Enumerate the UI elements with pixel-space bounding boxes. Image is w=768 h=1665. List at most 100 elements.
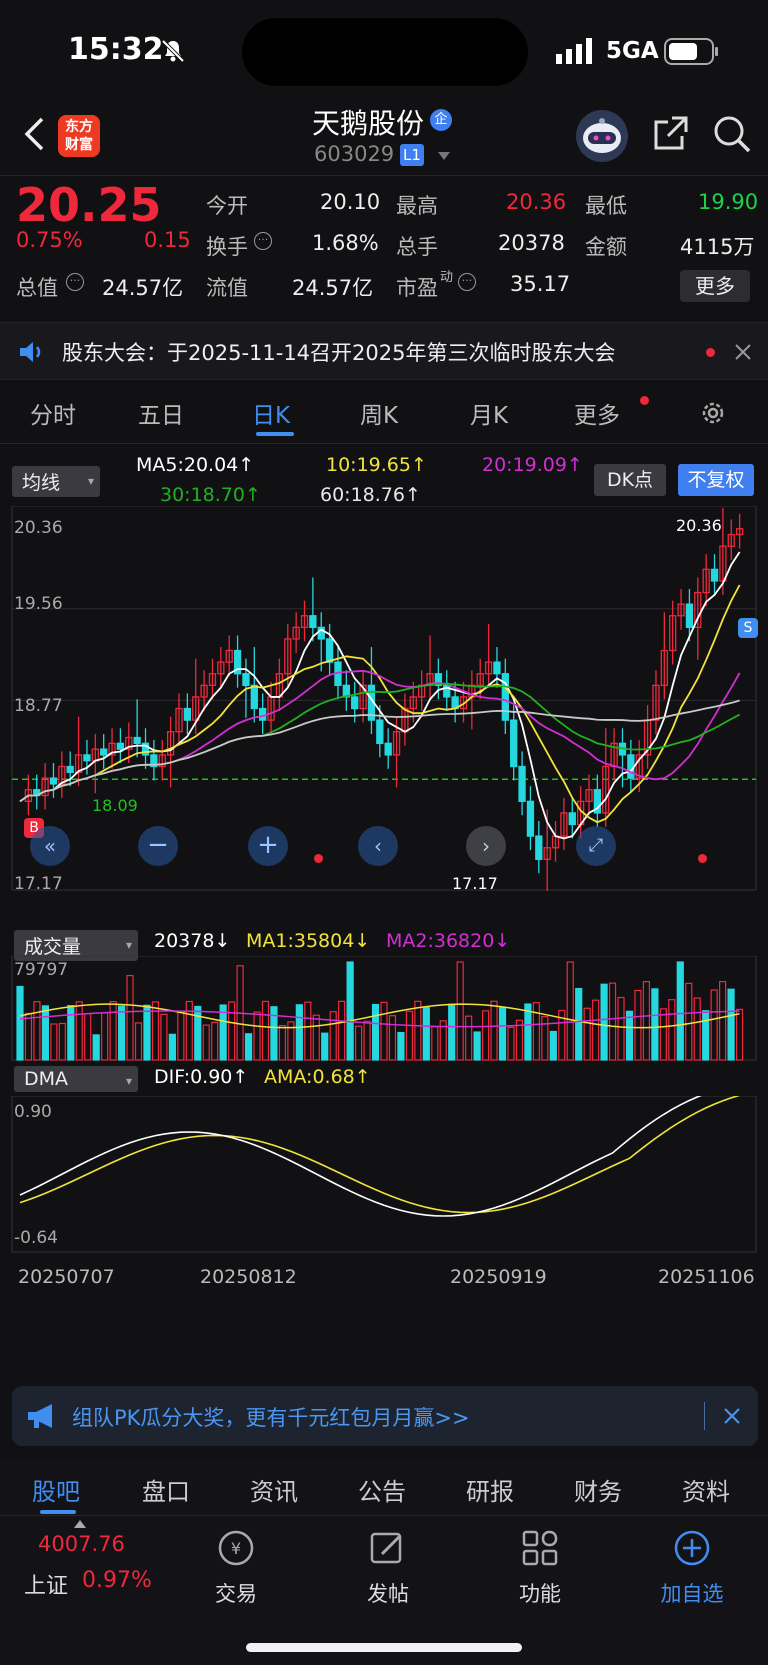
trade-label[interactable]: 交易 [191,1578,281,1608]
index-name[interactable]: 上证 [24,1568,68,1600]
change-amount: 0.15 [144,228,191,252]
amount-value: 4115万 [680,235,755,259]
index-change[interactable]: 0.97% [82,1568,152,1593]
volume-bar [202,1024,210,1061]
function-label[interactable]: 功能 [495,1578,585,1608]
tab-gonggao[interactable]: 公告 [358,1472,406,1507]
quote-panel: 20.25 0.75% 0.15 今开 20.10 最高 20.36 最低 19… [0,176,768,320]
volume-bar [549,1030,557,1061]
volume-bar [371,1003,380,1061]
candle-body [309,615,317,628]
add-watchlist-label[interactable]: 加自选 [647,1578,737,1608]
dma-bottom-label: -0.64 [14,1228,58,1248]
volume-bar [431,1026,439,1061]
level-badge[interactable]: L1 [400,144,424,166]
notice-text[interactable]: 股东大会：于2025-11-14召开2025年第三次临时股东大会 [62,337,615,367]
zoom-in-button[interactable]: + [248,826,288,866]
dropdown-triangle-icon[interactable] [438,152,450,160]
scroll-right-button[interactable]: › [466,826,506,866]
tab-zixun[interactable]: 资讯 [250,1472,298,1507]
volume-bar [84,1013,92,1061]
eastmoney-logo[interactable]: 东方 财富 [58,115,100,157]
search-icon[interactable] [712,114,752,154]
fq-button[interactable]: 不复权 [678,464,754,496]
volume-bar [422,1006,430,1061]
volume-bar [388,1015,397,1061]
dma-chart[interactable] [0,1096,768,1256]
volume-bar [448,1003,456,1061]
volume-bar [261,1000,270,1061]
tab-caiwu[interactable]: 财务 [574,1472,622,1507]
tab-yuek[interactable]: 月K [470,396,508,430]
more-button[interactable]: 更多 [680,270,750,302]
volume-bar [710,989,718,1061]
index-up-arrow-icon [74,1520,86,1528]
dma-select[interactable]: DMA [14,1066,138,1092]
index-value[interactable]: 4007.76 [38,1532,125,1556]
volume-bar [676,961,684,1061]
tab-wuri[interactable]: 五日 [138,396,184,430]
zoom-out-button[interactable]: − [138,826,178,866]
volume-bar [16,985,24,1061]
dma-frame [11,1096,757,1253]
scroll-left-button[interactable]: ‹ [358,826,398,866]
turnover-info-icon[interactable]: ··· [254,232,272,250]
candle-body [493,661,501,675]
kline-ytick-3: 18.77 [14,696,63,716]
settings-gear-icon[interactable] [698,398,728,428]
volume-bar [329,1011,337,1061]
mktcap-label: 总值 [16,276,58,300]
volume-bar [600,983,608,1061]
candle-body [116,742,125,750]
volume-chart[interactable] [0,956,768,1062]
tab-fenshi[interactable]: 分时 [30,396,76,430]
ma-select[interactable]: 均线 [12,466,100,497]
candle-body [66,765,74,773]
volume-bar [67,1005,75,1061]
tab-ziliao[interactable]: 资料 [682,1472,730,1507]
period-tabs: 分时 五日 日K 周K 月K 更多 [0,382,768,444]
share-icon[interactable] [652,114,690,152]
svg-text:¥: ¥ [231,1539,241,1558]
close-icon[interactable] [734,343,752,361]
back-chevron-icon[interactable] [22,116,48,152]
tab-yanbao[interactable]: 研报 [466,1472,514,1507]
pe-info-icon[interactable]: ··· [458,273,476,291]
max-price-label: 20.36 [676,516,722,535]
volume-ma1: MA1:35804↓ [246,930,371,952]
volume-bar [668,999,676,1061]
high-label: 最高 [396,194,438,218]
cost-line-label: 18.09 [92,796,138,815]
mktcap-info-icon[interactable]: ··· [66,273,84,291]
logo-line1: 东方 [65,119,93,135]
dk-point-button[interactable]: DK点 [594,464,666,496]
scroll-left-fast-button[interactable]: « [30,826,70,866]
tab-more[interactable]: 更多 [574,396,620,430]
promo-text[interactable]: 组队PK瓜分大奖，更有千元红包月月赢>> [72,1402,470,1432]
notice-bar[interactable]: 股东大会：于2025-11-14召开2025年第三次临时股东大会 [0,322,768,380]
fullscreen-button[interactable]: ⤢ [576,826,616,866]
function-icon[interactable] [520,1528,560,1568]
volume-bar [33,1001,41,1061]
volume-bar [625,1010,634,1061]
pe-label: 市盈 [396,276,438,300]
trade-icon[interactable]: ¥ [216,1528,256,1568]
tab-rik[interactable]: 日K [252,396,290,430]
tab-pankou[interactable]: 盘口 [142,1472,190,1507]
add-watchlist-icon[interactable] [672,1528,712,1568]
tab-zhouk[interactable]: 周K [360,396,398,430]
post-label[interactable]: 发帖 [343,1578,433,1608]
tab-guba[interactable]: 股吧 [32,1472,80,1507]
post-icon[interactable] [368,1528,408,1568]
candle-body [627,754,635,779]
ma20-legend: 20:19.09↑ [482,454,583,476]
volume-bar [253,1011,261,1061]
promo-banner[interactable]: 组队PK瓜分大奖，更有千元红包月月赢>> [12,1386,758,1446]
volume-bar [101,1012,109,1061]
candle-body [535,835,543,860]
content-tabs: 股吧 盘口 资讯 公告 研报 财务 资料 [0,1458,768,1516]
robot-assistant-icon[interactable] [576,110,628,162]
volume-bar [651,988,659,1061]
promo-close-icon[interactable] [724,1408,740,1424]
dma-dif: DIF:0.90↑ [154,1066,249,1088]
